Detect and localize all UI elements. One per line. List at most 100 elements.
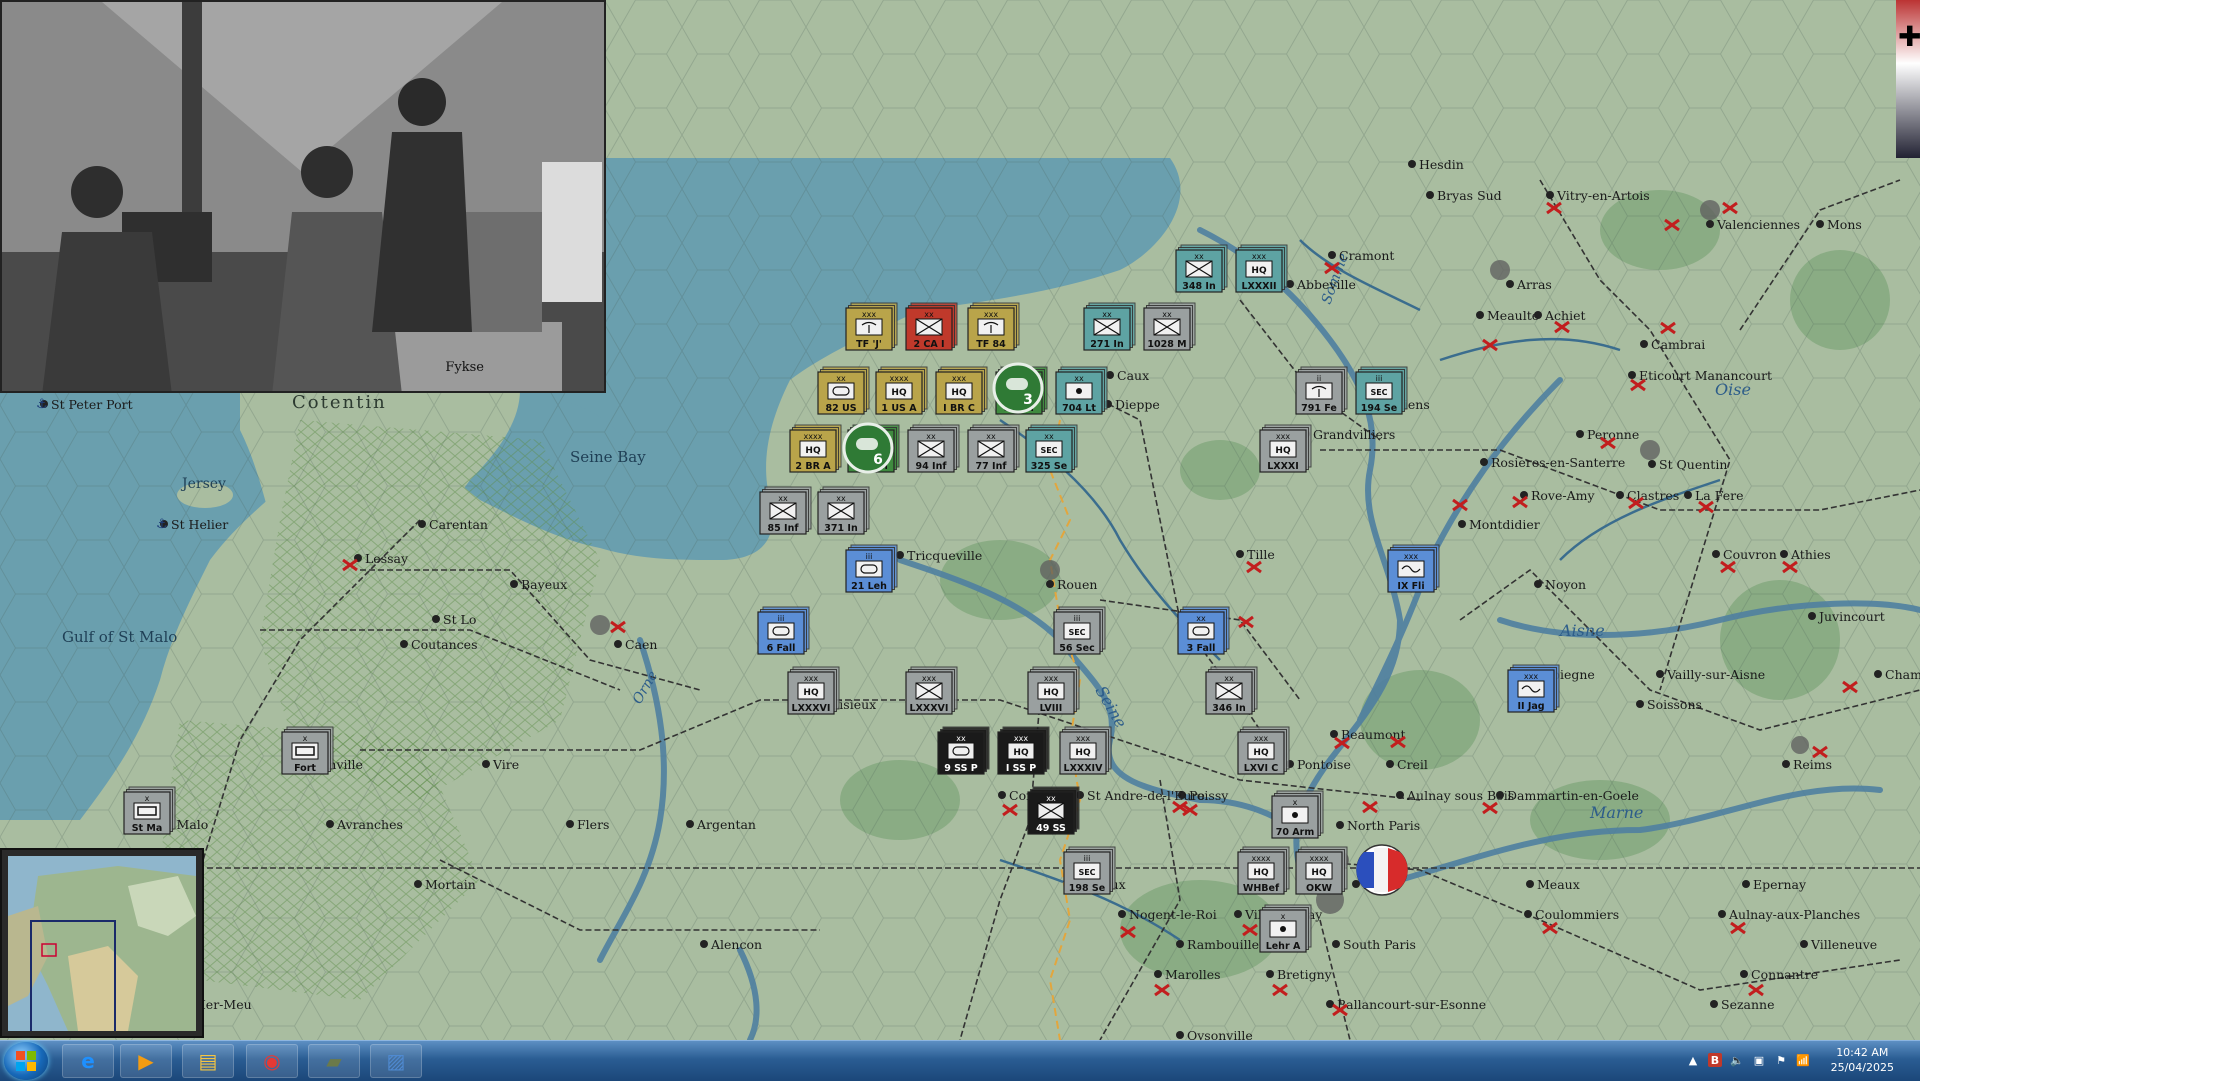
unit-counter[interactable]: iii 6 Fall	[757, 606, 810, 655]
unit-counter[interactable]: xxx HQ LXXXII	[1235, 244, 1288, 293]
unit-counter[interactable]: xx 49 SS	[1027, 786, 1080, 835]
unit-counter[interactable]: iii SEC 194 Se	[1355, 366, 1408, 415]
unit-counter[interactable]: x Lehr A	[1259, 904, 1312, 953]
unit-counter[interactable]: x St Ma	[123, 786, 176, 835]
unit-counter[interactable]: xxx II Jag	[1507, 664, 1560, 713]
taskbar-app-images[interactable]: ▨	[370, 1044, 422, 1078]
stack-count-badge[interactable]: 3	[992, 362, 1044, 414]
unit-counter[interactable]: xx 371 In	[817, 486, 870, 535]
svg-text:HQ: HQ	[1311, 868, 1327, 878]
show-hidden-icons-icon[interactable]: ▲	[1686, 1053, 1700, 1067]
unit-counter[interactable]: xxx HQ I BR C	[935, 366, 988, 415]
unit-counter[interactable]: iii SEC 198 Se	[1063, 846, 1116, 895]
minimap-viewport-frame[interactable]	[30, 920, 116, 1031]
unit-type-security-icon: SEC	[1040, 446, 1057, 455]
witw-icon: ▰	[326, 1049, 342, 1073]
unit-counter[interactable]: iii SEC 56 Sec	[1053, 606, 1106, 655]
taskbar-app-witw[interactable]: ▰	[308, 1044, 360, 1078]
city-north-paris: North Paris	[1336, 818, 1420, 833]
volume-icon[interactable]: 🔈	[1730, 1053, 1744, 1067]
unit-size: xx	[1046, 794, 1056, 803]
city-label: Caux	[1117, 368, 1149, 383]
unit-counter[interactable]: x 70 Arm	[1271, 790, 1324, 839]
unit-counter[interactable]: xx SEC 325 Se	[1025, 424, 1078, 473]
unit-counter[interactable]: xx 82 US	[817, 366, 870, 415]
city-label: Dieppe	[1115, 397, 1160, 412]
city-label: Eticourt Manancourt	[1639, 368, 1772, 383]
display-icon[interactable]: ▣	[1752, 1053, 1766, 1067]
unit-counter[interactable]: xxxx HQ OKW	[1295, 846, 1348, 895]
unit-counter[interactable]: xxx HQ LXVI C	[1237, 726, 1290, 775]
minimap[interactable]	[0, 848, 204, 1038]
sea-label-jersey: Jersey	[180, 476, 226, 492]
unit-counter[interactable]: xxx HQ LXXXVI	[787, 666, 840, 715]
city-label: St Lo	[443, 612, 476, 627]
unit-label: WHBef	[1243, 883, 1280, 894]
network-icon[interactable]: 📶	[1796, 1053, 1810, 1067]
unit-label: 82 US	[825, 403, 856, 414]
city-label: Sezanne	[1721, 997, 1775, 1012]
unit-label: I BR C	[943, 403, 975, 414]
unit-size: xx	[836, 374, 846, 383]
city-label: Coutances	[411, 637, 477, 652]
river-label-aisne: Aisne	[1558, 621, 1605, 640]
unit-counter[interactable]: xxx IX Fli	[1387, 544, 1440, 593]
unit-counter[interactable]: xx 94 Inf	[907, 424, 960, 473]
unit-counter[interactable]: xx 3 Fall	[1177, 606, 1230, 655]
taskbar-app-chrome[interactable]: ◉	[246, 1044, 298, 1078]
unit-counter[interactable]: xxx TF 'J'	[845, 302, 898, 351]
unit-counter[interactable]: xx 704 Lt	[1055, 366, 1108, 415]
unit-counter[interactable]: xx 271 In	[1083, 302, 1136, 351]
unit-counter[interactable]: xx 2 CA I	[905, 302, 958, 351]
unit-counter[interactable]: xxx HQ LXXXI	[1259, 424, 1312, 473]
unit-size: iii	[778, 614, 785, 623]
unit-counter[interactable]: xxx LXXXVI	[905, 666, 958, 715]
unit-counter[interactable]: xxxx HQ 2 BR A	[789, 424, 842, 473]
unit-counter[interactable]: xx 348 In	[1175, 244, 1228, 293]
city-label: Achiet	[1544, 308, 1586, 323]
taskbar-app-explorer[interactable]: ▤	[182, 1044, 234, 1078]
unit-counter[interactable]: xxx HQ LVIII	[1027, 666, 1080, 715]
minimap-view[interactable]	[8, 856, 196, 1031]
unit-label: 1028 M	[1147, 339, 1186, 350]
unit-counter[interactable]: iii 21 Leh	[845, 544, 898, 593]
unit-size: iii	[1376, 374, 1383, 383]
unit-counter[interactable]: xx 9 SS P	[937, 726, 990, 775]
unit-label: 70 Arm	[1276, 827, 1315, 838]
unit-counter[interactable]: xx 85 Inf	[759, 486, 812, 535]
unit-size: x	[145, 794, 150, 803]
unit-label: OKW	[1306, 883, 1332, 894]
unit-type-hq-icon: HQ	[1253, 868, 1269, 878]
unit-counter[interactable]: x Fort	[281, 726, 334, 775]
unit-counter[interactable]: xxx HQ LXXXIV	[1059, 726, 1112, 775]
unit-counter[interactable]: ii 791 Fe	[1295, 366, 1348, 415]
unit-counter[interactable]: xx 346 In	[1205, 666, 1258, 715]
city-nogent-le-roi: Nogent-le-Roi	[1118, 907, 1217, 922]
stack-count-badge[interactable]: 6	[842, 422, 894, 474]
city-label: Champagne	[1885, 667, 1920, 682]
unit-counter[interactable]: xxx HQ I SS P	[997, 726, 1050, 775]
unit-type-hq-icon: HQ	[891, 388, 907, 398]
city-label: Noyon	[1545, 577, 1586, 592]
city-label: Vailly-sur-Aisne	[1666, 667, 1765, 682]
taskbar-app-internet-explorer[interactable]: e	[62, 1044, 114, 1078]
unit-counter[interactable]: xx 77 Inf	[967, 424, 1020, 473]
city-label: Mons	[1827, 217, 1862, 232]
city-label: Rouen	[1057, 577, 1097, 592]
action-center-icon[interactable]: ⚑	[1774, 1053, 1788, 1067]
b-app-icon[interactable]: B	[1708, 1053, 1722, 1067]
unit-counter[interactable]: xxxx HQ 1 US A	[875, 366, 928, 415]
taskbar-app-media-player[interactable]: ▶	[120, 1044, 172, 1078]
unit-type-hq-icon: HQ	[951, 388, 967, 398]
clock[interactable]: 10:42 AM 25/04/2025	[1831, 1045, 1894, 1075]
unit-size: xxx	[1252, 252, 1266, 261]
images-icon: ▨	[386, 1049, 406, 1073]
unit-label: 198 Se	[1069, 883, 1105, 894]
start-button[interactable]	[4, 1042, 48, 1080]
unit-counter[interactable]: xxxx HQ WHBef	[1237, 846, 1290, 895]
unit-label: LVIII	[1040, 703, 1063, 714]
french-flag-marker[interactable]	[1356, 844, 1408, 896]
unit-size: xxx	[1524, 672, 1538, 681]
unit-counter[interactable]: xxx TF 84	[967, 302, 1020, 351]
unit-counter[interactable]: xx 1028 M	[1143, 302, 1196, 351]
